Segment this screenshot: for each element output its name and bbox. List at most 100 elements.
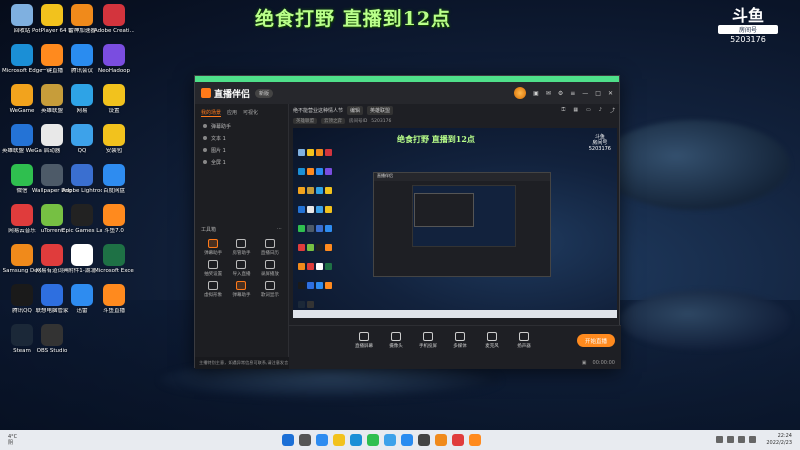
desktop-icon[interactable]: 百度网盘 <box>94 164 134 195</box>
tool-button[interactable]: 导入直播 <box>227 260 255 277</box>
app-icon <box>41 204 63 226</box>
start-live-button[interactable]: 开始直播 <box>577 334 615 347</box>
control-button[interactable]: 多媒体 <box>449 332 471 349</box>
tray-icon[interactable] <box>716 436 723 443</box>
lock-icon[interactable]: ⚿ <box>562 107 566 114</box>
avatar[interactable] <box>514 87 527 99</box>
preview-mini-icon <box>307 244 314 251</box>
tray-icon[interactable] <box>727 436 734 443</box>
tab-apps[interactable]: 应用 <box>227 109 237 117</box>
taskbar-app-icon[interactable] <box>367 434 379 446</box>
preview-logo-number: 5203176 <box>588 146 611 152</box>
desktop-icon[interactable]: 斗鱼直播 <box>94 284 134 315</box>
tool-button[interactable]: 房管助手 <box>227 239 255 256</box>
minimize-icon[interactable]: — <box>582 90 588 97</box>
preview-mini-icon <box>325 187 332 194</box>
layer-label: 图片 1 <box>211 147 226 154</box>
weather-widget[interactable]: 4°C 阴 <box>0 434 17 446</box>
stream-info-bar: 绝不能营业这种情人节 编辑 英雄联盟 ⚿ ▦ ▭ ♪ ⤴ <box>289 104 619 116</box>
version-badge[interactable]: 新版 <box>255 88 274 98</box>
taskbar-app-icon[interactable] <box>333 434 345 446</box>
tool-button[interactable]: 弹幕助手 <box>199 239 227 256</box>
mail-icon[interactable]: ✉ <box>546 90 551 97</box>
control-button[interactable]: 麦克风 <box>481 332 503 349</box>
maximize-icon[interactable]: □ <box>595 90 601 97</box>
close-icon[interactable]: ✕ <box>608 90 613 97</box>
tool-icon <box>264 260 275 269</box>
taskbar-app-icon[interactable] <box>282 434 294 446</box>
app-icon <box>103 124 125 146</box>
taskbar-app-icon[interactable] <box>435 434 447 446</box>
category-selector[interactable]: 英雄联盟 <box>367 105 394 115</box>
main-area: 绝不能营业这种情人节 编辑 英雄联盟 ⚿ ▦ ▭ ♪ ⤴ 英雄联盟 云顶之弈 房… <box>289 104 621 369</box>
app-icon <box>41 84 63 106</box>
grid-icon[interactable]: ▦ <box>573 107 578 114</box>
tab-scenes[interactable]: 我的场景 <box>201 109 222 117</box>
tool-button[interactable]: 歌词显示 <box>256 281 284 298</box>
desktop-icon[interactable]: Adobe Creati... <box>94 4 134 35</box>
control-button[interactable]: 直播屏幕 <box>353 332 375 349</box>
app-icon <box>41 284 63 306</box>
gift-icon[interactable]: ▣ <box>533 90 539 97</box>
app-icon <box>103 84 125 106</box>
taskbar-app-icon[interactable] <box>469 434 481 446</box>
screen-icon[interactable]: ▭ <box>586 107 591 114</box>
bell-icon[interactable]: ♪ <box>599 107 602 114</box>
desktop-icon[interactable]: Microsoft Excel <box>94 244 134 275</box>
taskbar-app-icon[interactable] <box>452 434 464 446</box>
tray-icon[interactable] <box>749 436 756 443</box>
taskbar-app-icon[interactable] <box>299 434 311 446</box>
app-brand: 直播伴侣 <box>201 87 250 100</box>
layer-item[interactable]: 图片 1 <box>195 144 288 156</box>
stream-preview[interactable]: 绝食打野 直播到12点 斗鱼 房间号 5203176 直播伴侣 <box>293 128 617 318</box>
taskbar-app-icon[interactable] <box>384 434 396 446</box>
desktop-icon[interactable]: 设置 <box>94 84 134 115</box>
preview-mini-icon <box>307 149 314 156</box>
sub-category[interactable]: 英雄联盟 <box>293 118 317 124</box>
desktop-icon[interactable]: OBS Studio <box>32 324 72 355</box>
preview-mini-icon <box>307 168 314 175</box>
visibility-icon[interactable] <box>203 124 207 128</box>
menu-icon[interactable]: ≡ <box>570 90 575 97</box>
visibility-icon[interactable] <box>203 136 207 140</box>
tab-visual[interactable]: 可视化 <box>243 109 258 117</box>
taskbar-app-icon[interactable] <box>350 434 362 446</box>
toolbox-more-icon[interactable]: ⋯ <box>277 226 282 233</box>
taskbar-app-icon[interactable] <box>418 434 430 446</box>
preview-mini-icon <box>307 301 314 308</box>
sub-category-2[interactable]: 云顶之弈 <box>321 118 345 124</box>
layer-item[interactable]: 文本 1 <box>195 132 288 144</box>
tray-icon[interactable] <box>738 436 745 443</box>
layer-item[interactable]: 全屏 1 <box>195 156 288 168</box>
edit-button[interactable]: 编辑 <box>347 105 364 115</box>
stream-meta-bar: 英雄联盟 云顶之弈 房间号ID 5203176 <box>289 116 619 126</box>
taskbar-app-icon[interactable] <box>401 434 413 446</box>
room-number: 5203176 <box>730 35 766 44</box>
control-button[interactable]: 扬声器 <box>513 332 535 349</box>
desktop-icon[interactable]: NeoHadoop <box>94 44 134 75</box>
streaming-app-window: 直播伴侣 新版 ▣ ✉ ⚙ ≡ — □ ✕ 我的场景 应用 可视化 弹幕助手 文本… <box>194 75 621 369</box>
desktop-icon[interactable]: 斗鱼7.0 <box>94 204 134 235</box>
room-id-label: 房间号ID <box>349 119 368 124</box>
visibility-icon[interactable] <box>203 160 207 164</box>
control-label: 扬声器 <box>517 344 531 349</box>
tool-button[interactable]: 弹幕助手 <box>227 281 255 298</box>
share-icon[interactable]: ⤴ <box>610 107 615 114</box>
desktop-icon[interactable]: 安装包 <box>94 124 134 155</box>
desktop-icon-label: 斗鱼直播 <box>102 308 125 314</box>
tool-button[interactable]: 直播日历 <box>256 239 284 256</box>
control-buttons: 直播屏幕 摄像头 手机投屏 多媒体 麦克风 扬声器 <box>353 332 535 349</box>
app-icon <box>103 284 125 306</box>
tool-button[interactable]: 抽奖设置 <box>199 260 227 277</box>
tool-button[interactable]: 虚拟形象 <box>199 281 227 298</box>
preview-mini-icon <box>316 187 323 194</box>
control-button[interactable]: 摄像头 <box>385 332 407 349</box>
visibility-icon[interactable] <box>203 148 207 152</box>
settings-icon[interactable]: ⚙ <box>558 90 563 97</box>
stream-overlay-title: 绝食打野 直播到12点 <box>255 8 452 30</box>
control-button[interactable]: 手机投屏 <box>417 332 439 349</box>
taskbar-app-icon[interactable] <box>316 434 328 446</box>
clock[interactable]: 22:24 2022/2/23 <box>766 433 792 447</box>
tool-button[interactable]: 录屏播放 <box>256 260 284 277</box>
layer-item[interactable]: 弹幕助手 <box>195 120 288 132</box>
